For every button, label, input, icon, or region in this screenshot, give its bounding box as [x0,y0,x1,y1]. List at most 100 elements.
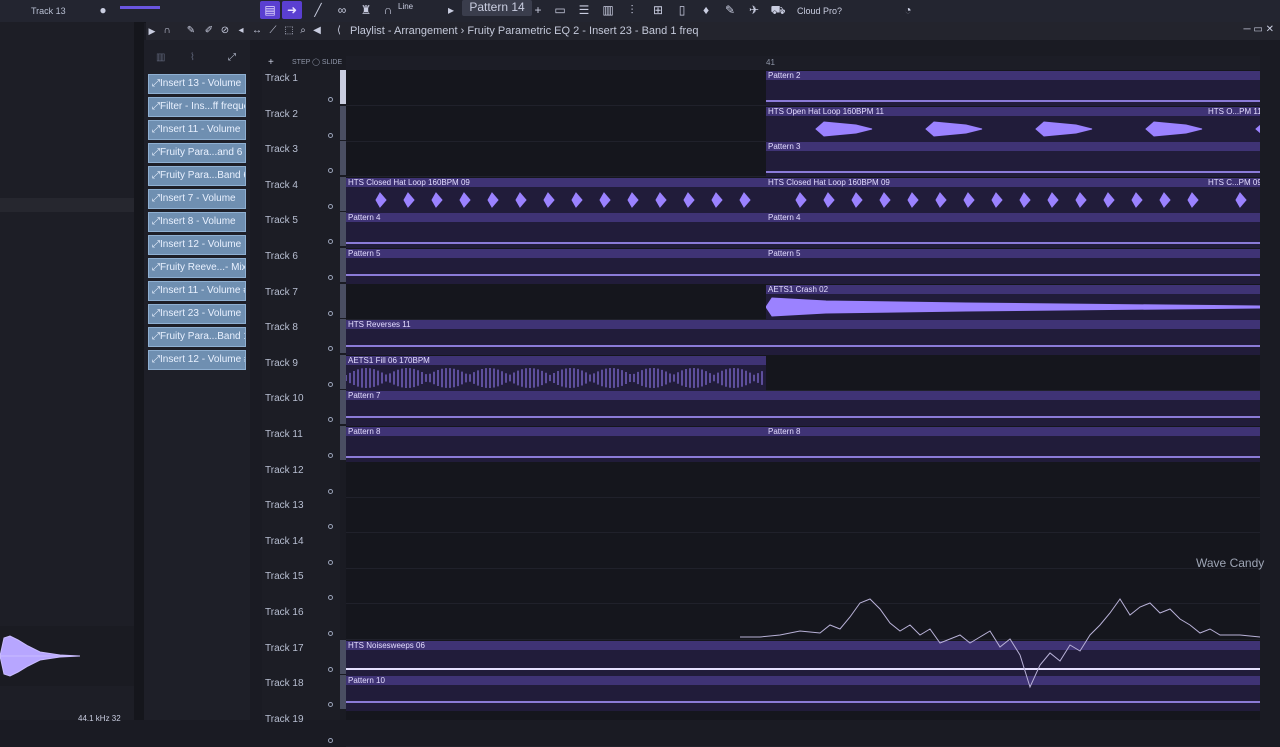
track-name[interactable]: Track 19 [265,714,304,725]
track-name[interactable]: Track 13 [265,500,304,511]
mic-icon[interactable]: ♦ [696,1,716,19]
arrow-right-icon[interactable]: ▸ [444,1,458,19]
track-mute-dot[interactable] [328,559,333,565]
cart-icon[interactable]: ⛟ [768,1,788,19]
track-name[interactable]: Track 4 [265,180,298,191]
timeline-ruler[interactable]: 41 [346,56,1260,70]
playlist-clip[interactable]: HTS Closed Hat Loop 160BPM 09 [766,177,1206,213]
slip-icon[interactable]: ↔ [250,22,264,40]
record-icon[interactable]: ▤ [260,1,280,19]
pencil-icon[interactable]: ✎ [184,22,198,40]
master-slider[interactable] [120,1,160,19]
track-name[interactable]: Track 14 [265,536,304,547]
automation-clip-item[interactable]: ⤢Insert 12 - Volume [148,235,246,255]
playlist-clip[interactable]: HTS Reverses 11 [346,320,1260,356]
playlist-clip[interactable]: HTS O...PM 11 [1206,106,1260,142]
pattern-selector[interactable]: Pattern 14 [462,0,532,16]
mute-icon[interactable]: ◂ [234,22,248,40]
audio-icon[interactable]: ⌇ [190,52,195,63]
track-mute-dot[interactable] [328,666,333,672]
automation-clip-item[interactable]: ⤢Insert 8 - Volume [148,212,246,232]
automation-clip-item[interactable]: ⤢Fruity Reeve...- Mix level [148,258,246,278]
automation-clip-item[interactable]: ⤢Insert 11 - Volume [148,120,246,140]
track-name[interactable]: Track 17 [265,643,304,654]
playlist-icon[interactable]: ▭ [550,1,570,19]
track-mute-dot[interactable] [328,203,333,209]
track-mute-dot[interactable] [328,275,333,280]
select-icon[interactable]: ⬚ [282,22,296,40]
browser-selected-row[interactable] [0,198,134,212]
automation-clip-item[interactable]: ⤢Insert 7 - Volume [148,189,246,209]
track-mute-dot[interactable] [328,453,333,458]
zoom-icon[interactable]: ⌕ [296,22,310,40]
automation-clip-item[interactable]: ⤢Insert 13 - Volume [148,74,246,94]
track-name[interactable]: Track 18 [265,678,304,689]
track-mute-dot[interactable] [328,381,333,387]
track-mute-dot[interactable] [328,488,333,494]
add-pattern-icon[interactable]: + [532,1,544,19]
track-name[interactable]: Track 9 [265,358,298,369]
piano-roll-icon[interactable]: ☰ [574,1,594,19]
link-icon[interactable]: ∞ [332,1,352,19]
track-name[interactable]: Track 16 [265,607,304,618]
playlist-clip[interactable]: AETS1 Fill 06 170BPM [346,355,766,391]
automation-clip-item[interactable]: ⤢Insert 12 - Volume #2 [148,350,246,370]
playlist-clip[interactable]: Pattern 3 [766,142,1260,178]
track-mute-dot[interactable] [328,631,333,636]
track-name[interactable]: Track 5 [265,215,298,226]
automation-clip-item[interactable]: ⤢Fruity Para...and 6 level [148,143,246,163]
track-mute-dot[interactable] [328,132,333,138]
playlist-clip[interactable]: Pattern 5 [766,249,1260,284]
track-name[interactable]: Track 7 [265,287,298,298]
playlist-clip[interactable]: HTS Open Hat Loop 160BPM 11 [766,106,1206,142]
track-mute-dot[interactable] [328,310,333,316]
playlist-clip[interactable]: Pattern 8 [766,427,1260,462]
playlist-clip[interactable]: HTS Closed Hat Loop 160BPM 09 [346,177,766,213]
toggle-icon[interactable]: ✈ [744,1,764,19]
speaker-icon[interactable]: ◀ [310,22,324,40]
window-controls[interactable]: ─ ▭ ✕ [1244,24,1274,35]
browser-icon[interactable]: ▯ [672,1,692,19]
stamp-icon[interactable]: ♜ [356,1,376,19]
track-name[interactable]: Track 6 [265,251,298,262]
panel-divider[interactable] [134,22,144,720]
track-name[interactable]: Track 15 [265,571,304,582]
track-name[interactable]: Track 1 [265,73,298,84]
automation-clip-item[interactable]: ⤢Insert 23 - Volume [148,304,246,324]
playlist-clip[interactable]: Pattern 7 [346,391,1260,427]
step-slide-toggle[interactable]: STEP ◯ SLIDE [292,58,342,66]
playlist-clip[interactable]: Pattern 8 [346,427,766,462]
add-track-icon[interactable]: + [268,57,274,68]
channel-rack-icon[interactable]: ▥ [598,1,618,19]
mixer-icon[interactable]: ⫶ [622,1,642,19]
track-mute-dot[interactable] [328,97,333,102]
automation-clip-item[interactable]: ⤢Insert 11 - Volume #2 [148,281,246,301]
automation-clip-item[interactable]: ⤢Fruity Para...Band 1 freq [148,327,246,347]
track-name[interactable]: Track 2 [265,109,298,120]
track-name[interactable]: Track 10 [265,393,304,404]
playlist-clip[interactable]: Pattern 4 [766,213,1260,249]
pattern-icon[interactable]: ▥ [156,52,165,63]
news-label[interactable]: Cloud Pro? [797,6,842,16]
tools-icon[interactable]: ✎ [720,1,740,19]
plugin-icon[interactable]: ⊞ [648,1,668,19]
play-icon[interactable]: ▶ [146,22,158,40]
automation-clip-item[interactable]: ⤢Fruity Para...Band 6 level [148,166,246,186]
pencil-icon[interactable]: ╱ [308,1,328,19]
forward-icon[interactable]: ➜ [282,1,302,19]
automation-icon[interactable]: ⤢ [228,52,236,63]
track-name[interactable]: Track 3 [265,144,298,155]
track-name[interactable]: Track 12 [265,465,304,476]
snap-selector[interactable]: Line [398,2,413,11]
brush-icon[interactable]: ✐ [202,22,216,40]
knob-icon[interactable]: ● [96,1,110,19]
arrows-icon[interactable]: ⟨ [332,22,346,40]
playlist-clip[interactable]: AETS1 Crash 02 [766,284,1260,320]
track-name[interactable]: Track 11 [265,429,303,440]
playlist-clip[interactable]: Pattern 2 [766,71,1260,106]
magnet-icon[interactable]: ∩ [160,22,174,40]
playlist-clip[interactable]: Pattern 5 [346,249,766,284]
magnet-icon[interactable]: ∩ [378,1,398,19]
playlist-clip[interactable]: HTS C...PM 09 [1206,177,1260,213]
delete-icon[interactable]: ⊘ [218,22,232,40]
